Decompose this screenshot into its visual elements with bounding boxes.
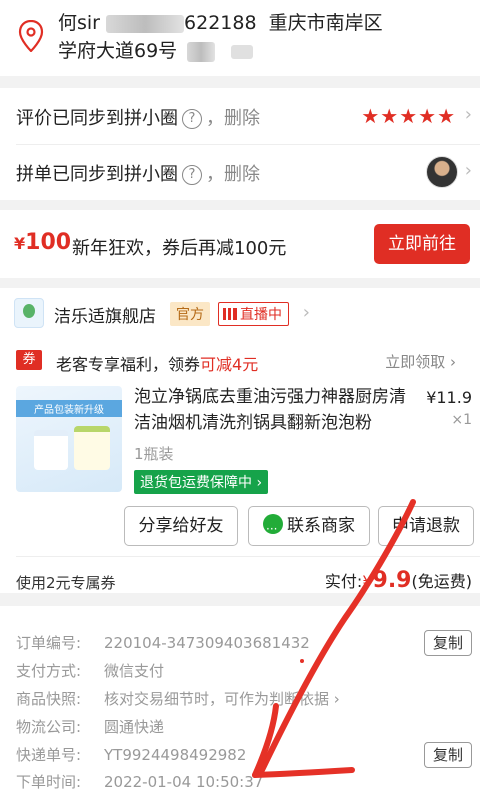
recipient-region: 重庆市南岸区 bbox=[268, 12, 383, 34]
tracking-number-row: 快递单号: YT9924498492982 bbox=[16, 746, 247, 764]
redacted-street bbox=[187, 41, 216, 62]
order-time-row: 下单时间: 2022-01-04 10:50:37 bbox=[16, 773, 264, 791]
promo-amount: ¥100 bbox=[14, 230, 72, 255]
review-sync-label: 评价已同步到拼小圈 bbox=[16, 108, 178, 129]
official-badge: 官方 bbox=[170, 302, 210, 326]
return-shipping-guarantee-badge[interactable]: 退货包运费保障中 › bbox=[134, 470, 269, 494]
product-spec: 1瓶装 bbox=[134, 445, 174, 463]
rating-stars: ★★★★★ bbox=[361, 104, 456, 128]
group-sync-label: 拼单已同步到拼小圈 bbox=[16, 164, 178, 185]
divider bbox=[16, 556, 480, 557]
chat-bubble-icon bbox=[263, 510, 283, 548]
recipient-name: 何sir bbox=[58, 12, 100, 34]
shop-order-card: 洁乐适旗舰店 官方 直播中 › 券 老客专享福利，领券可减4元 立即领取 › 产… bbox=[0, 288, 480, 593]
courier-company-row: 物流公司: 圆通快递 bbox=[16, 718, 165, 736]
product-price: ¥11.9 bbox=[426, 388, 472, 407]
group-delete-link[interactable]: ，删除 bbox=[206, 164, 260, 185]
question-mark-icon[interactable]: ? bbox=[182, 109, 202, 129]
address-card[interactable]: 何sir 622188 重庆市南岸区 学府大道69号 bbox=[0, 0, 480, 76]
contact-seller-button[interactable]: 联系商家 bbox=[248, 506, 370, 548]
address-street-line: 学府大道69号 bbox=[58, 36, 254, 63]
coupon-icon: 券 bbox=[16, 350, 42, 370]
order-number: 220104-347309403681432 bbox=[104, 634, 310, 652]
share-to-friend-button[interactable]: 分享给好友 bbox=[124, 506, 238, 546]
review-delete-link[interactable]: ，删除 bbox=[206, 108, 260, 129]
go-now-button[interactable]: 立即前往 bbox=[374, 224, 470, 264]
payment-method-row: 支付方式: 微信支付 bbox=[16, 662, 165, 680]
recipient-street: 学府大道69号 bbox=[58, 40, 178, 62]
order-number-row: 订单编号: 220104-347309403681432 bbox=[16, 634, 310, 652]
live-badge[interactable]: 直播中 bbox=[218, 302, 289, 326]
live-bars-icon bbox=[223, 308, 237, 320]
product-image-banner: 产品包装新升级 bbox=[16, 400, 122, 417]
product-title[interactable]: 泡立净锅底去重油污强力神器厨房清洁油烟机清洗剂锅具翻新泡泡粉 bbox=[134, 384, 416, 436]
product-snapshot-row[interactable]: 商品快照: 核对交易细节时，可作为判断依据 › bbox=[16, 688, 340, 709]
redacted-phone bbox=[106, 14, 185, 33]
promo-text: 新年狂欢，券后再减100元 bbox=[72, 238, 287, 259]
review-sync-row[interactable]: 评价已同步到拼小圈? ，删除 ★★★★★ › bbox=[0, 88, 480, 145]
redacted-street bbox=[231, 44, 254, 59]
coupon-used-label: 使用2元专属券 bbox=[16, 574, 116, 592]
request-refund-button[interactable]: 申请退款 bbox=[378, 506, 474, 546]
share-sync-card: 评价已同步到拼小圈? ，删除 ★★★★★ › 拼单已同步到拼小圈? ，删除 › bbox=[0, 88, 480, 200]
chevron-right-icon[interactable]: › bbox=[303, 302, 310, 323]
copy-order-number-button[interactable]: 复制 bbox=[424, 630, 472, 656]
claim-coupon-link[interactable]: 立即领取 › bbox=[385, 351, 456, 372]
product-image[interactable]: 产品包装新升级 bbox=[16, 386, 122, 492]
product-quantity: ×1 bbox=[451, 412, 472, 428]
coupon-text: 老客专享福利，领券可减4元 bbox=[56, 355, 259, 374]
order-details-card: 订单编号: 220104-347309403681432 复制 支付方式: 微信支付… bbox=[0, 606, 480, 791]
amount-paid: 实付:¥9.9(免运费) bbox=[324, 568, 472, 593]
question-mark-icon[interactable]: ? bbox=[182, 165, 202, 185]
avatar bbox=[426, 156, 458, 188]
tracking-number: YT9924498492982 bbox=[104, 746, 247, 764]
recipient-phone-tail: 622188 bbox=[184, 12, 257, 34]
copy-tracking-number-button[interactable]: 复制 bbox=[424, 742, 472, 768]
location-pin-icon bbox=[18, 20, 44, 52]
promo-banner: ¥100 新年狂欢，券后再减100元 立即前往 bbox=[0, 210, 480, 278]
shop-logo[interactable] bbox=[14, 298, 44, 328]
group-sync-row[interactable]: 拼单已同步到拼小圈? ，删除 › bbox=[0, 144, 480, 200]
shop-name[interactable]: 洁乐适旗舰店 bbox=[54, 302, 156, 327]
chevron-right-icon: › bbox=[464, 104, 472, 125]
chevron-right-icon: › bbox=[464, 160, 472, 181]
address-contact: 何sir 622188 重庆市南岸区 bbox=[58, 8, 383, 35]
